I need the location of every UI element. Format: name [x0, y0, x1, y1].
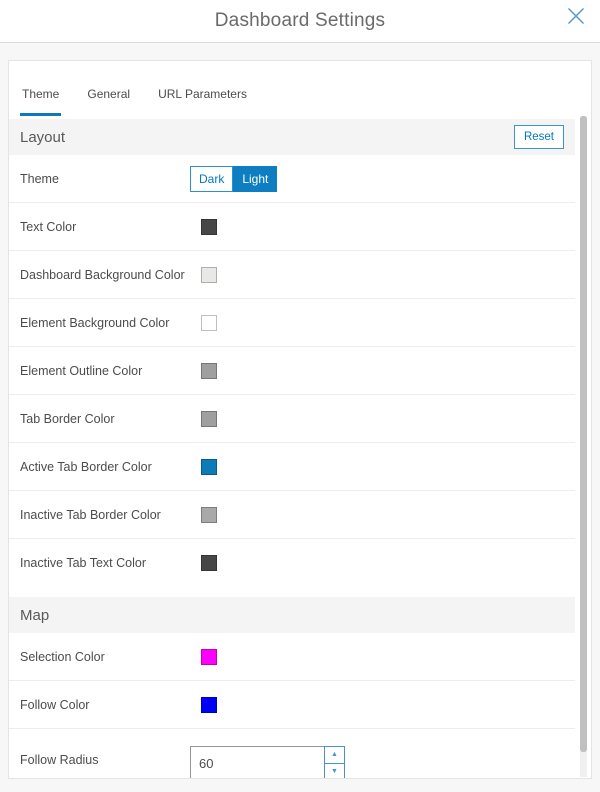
theme-toggle: Dark Light — [190, 166, 277, 192]
dialog-title: Dashboard Settings — [215, 10, 385, 32]
color-swatch[interactable] — [201, 649, 217, 665]
color-swatch[interactable] — [201, 363, 217, 379]
color-swatch[interactable] — [201, 697, 217, 713]
settings-panel: Theme General URL Parameters Layout Rese… — [8, 60, 592, 779]
scrollbar-track[interactable] — [580, 116, 587, 777]
setting-row-selection-color: Selection Color — [9, 633, 575, 681]
setting-label: Theme — [20, 172, 190, 186]
section-title: Map — [20, 607, 49, 624]
setting-label: Follow Radius — [20, 753, 190, 767]
setting-row-inactive-tab-text-color: Inactive Tab Text Color — [9, 539, 575, 587]
setting-row-element-background-color: Element Background Color — [9, 299, 575, 347]
setting-label: Dashboard Background Color — [20, 268, 190, 282]
color-swatch[interactable] — [201, 411, 217, 427]
spinner-up-icon[interactable]: ▲ — [325, 747, 344, 764]
setting-label: Inactive Tab Border Color — [20, 508, 190, 522]
tab-general[interactable]: General — [85, 87, 132, 116]
setting-row-inactive-tab-border-color: Inactive Tab Border Color — [9, 491, 575, 539]
color-swatch[interactable] — [201, 315, 217, 331]
theme-option-light[interactable]: Light — [233, 166, 277, 192]
color-swatch[interactable] — [201, 555, 217, 571]
color-swatch[interactable] — [201, 267, 217, 283]
setting-row-active-tab-border-color: Active Tab Border Color — [9, 443, 575, 491]
follow-radius-stepper: ▲ ▼ — [190, 746, 345, 779]
setting-row-dashboard-background-color: Dashboard Background Color — [9, 251, 575, 299]
stepper-buttons: ▲ ▼ — [324, 746, 345, 779]
dialog-header: Dashboard Settings — [0, 0, 600, 43]
section-title: Layout — [20, 129, 65, 146]
setting-row-element-outline-color: Element Outline Color — [9, 347, 575, 395]
setting-label: Element Background Color — [20, 316, 190, 330]
setting-row-follow-color: Follow Color — [9, 681, 575, 729]
setting-label: Text Color — [20, 220, 190, 234]
tab-url-parameters[interactable]: URL Parameters — [156, 87, 249, 116]
setting-label: Selection Color — [20, 650, 190, 664]
setting-label: Inactive Tab Text Color — [20, 556, 190, 570]
setting-label: Active Tab Border Color — [20, 460, 190, 474]
dialog-body: Theme General URL Parameters Layout Rese… — [0, 43, 600, 792]
color-swatch[interactable] — [201, 219, 217, 235]
tab-bar: Theme General URL Parameters — [9, 61, 591, 116]
follow-radius-input[interactable] — [190, 746, 324, 779]
scrollbar-thumb[interactable] — [580, 116, 587, 752]
color-swatch[interactable] — [201, 459, 217, 475]
section-header-layout: Layout Reset — [9, 119, 575, 155]
setting-row-tab-border-color: Tab Border Color — [9, 395, 575, 443]
setting-row-theme: Theme Dark Light — [9, 155, 575, 203]
setting-label: Element Outline Color — [20, 364, 190, 378]
reset-button[interactable]: Reset — [514, 125, 564, 149]
close-button[interactable] — [564, 4, 588, 28]
setting-label: Tab Border Color — [20, 412, 190, 426]
tab-theme[interactable]: Theme — [20, 87, 61, 116]
setting-row-follow-radius: Follow Radius ▲ ▼ — [9, 729, 575, 779]
color-swatch[interactable] — [201, 507, 217, 523]
setting-label: Follow Color — [20, 698, 190, 712]
settings-content: Layout Reset Theme Dark Light Text Color… — [9, 119, 575, 779]
section-header-map: Map — [9, 597, 575, 633]
theme-option-dark[interactable]: Dark — [190, 166, 233, 192]
setting-row-text-color: Text Color — [9, 203, 575, 251]
close-icon — [566, 6, 586, 26]
spinner-down-icon[interactable]: ▼ — [325, 764, 344, 780]
